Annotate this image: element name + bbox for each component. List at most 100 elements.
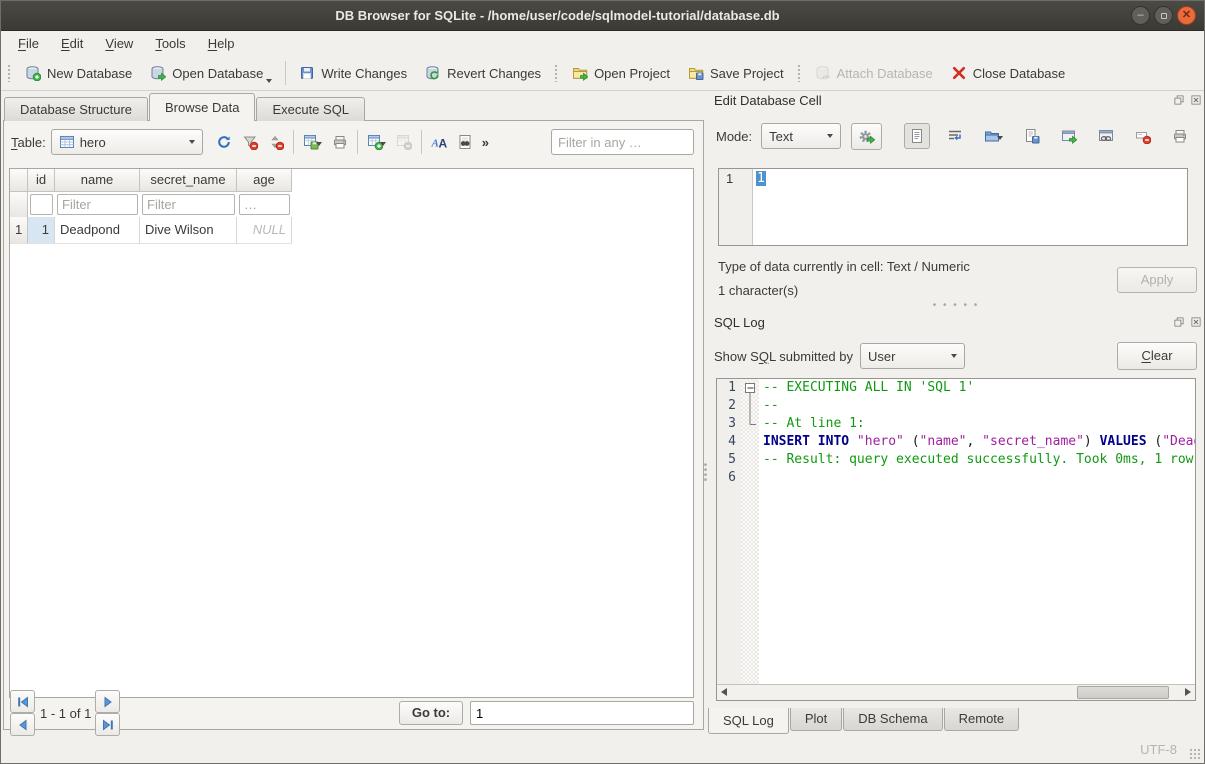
- edit-display-format-button[interactable]: AA: [426, 131, 452, 153]
- import-data-button[interactable]: [980, 124, 1007, 148]
- panel-splitter[interactable]: ••••: [702, 463, 709, 483]
- toolbar-grip: [797, 64, 802, 82]
- close-database-button[interactable]: Close Database: [942, 59, 1075, 87]
- refresh-icon: [216, 134, 232, 150]
- sql-log-line: 6: [717, 469, 1195, 487]
- find-in-table-button[interactable]: [452, 131, 478, 153]
- new-database-button[interactable]: New Database: [16, 59, 141, 87]
- text-mode-button[interactable]: [904, 123, 930, 149]
- pagination-bar: 1 - 1 of 1 Go to:: [10, 700, 694, 726]
- tab-plot[interactable]: Plot: [790, 708, 842, 731]
- menu-file[interactable]: File: [7, 31, 50, 56]
- grid-corner: [10, 169, 28, 192]
- first-page-button[interactable]: [10, 690, 35, 713]
- filter-name-input[interactable]: [57, 194, 138, 215]
- previous-page-button[interactable]: [10, 713, 35, 736]
- minimize-button[interactable]: –: [1131, 6, 1150, 25]
- clear-button[interactable]: Clear: [1117, 342, 1197, 370]
- overflow-chevron-icon[interactable]: »: [482, 135, 489, 150]
- revert-changes-button[interactable]: Revert Changes: [416, 59, 550, 87]
- menu-help[interactable]: Help: [197, 31, 246, 56]
- cell-editor[interactable]: 1 1: [718, 168, 1188, 246]
- menu-tools[interactable]: Tools: [144, 31, 196, 56]
- fold-marker-icon: [741, 397, 759, 415]
- word-wrap-button[interactable]: [943, 124, 967, 148]
- filter-id-input[interactable]: [30, 194, 53, 215]
- clear-sorting-button[interactable]: [263, 131, 289, 153]
- chevron-down-icon: [827, 134, 833, 138]
- auto-apply-button[interactable]: [851, 123, 882, 150]
- copy-link-button[interactable]: [1094, 124, 1118, 148]
- set-null-button[interactable]: [1131, 124, 1155, 148]
- edit-cell-toolbar: Mode: Text: [716, 122, 1198, 150]
- mode-selector[interactable]: Text: [761, 123, 841, 149]
- filter-age-input[interactable]: [239, 194, 290, 215]
- cell-name[interactable]: Deadpond: [55, 217, 140, 244]
- write-changes-button[interactable]: Write Changes: [290, 59, 416, 87]
- apply-button[interactable]: Apply: [1117, 267, 1197, 293]
- save-project-button[interactable]: Save Project: [679, 59, 793, 87]
- resize-grip[interactable]: [1188, 747, 1201, 760]
- dock-close-icon[interactable]: [1190, 316, 1202, 328]
- clear-filters-button[interactable]: [237, 131, 263, 153]
- scroll-left-icon[interactable]: [721, 688, 727, 696]
- scroll-right-icon[interactable]: [1185, 688, 1191, 696]
- horizontal-scrollbar[interactable]: [717, 684, 1195, 700]
- print-table-button[interactable]: [327, 131, 353, 153]
- header-age[interactable]: age: [237, 169, 292, 192]
- tab-db-schema[interactable]: DB Schema: [843, 708, 942, 731]
- maximize-button[interactable]: [1154, 6, 1173, 25]
- cell-id[interactable]: 1: [28, 217, 55, 244]
- export-table-button[interactable]: [298, 131, 327, 153]
- cell-secret-name[interactable]: Dive Wilson: [140, 217, 237, 244]
- sql-code: -- At line 1:: [759, 415, 1195, 433]
- chevron-down-icon: [189, 140, 195, 144]
- right-panel: •••• Edit Database Cell Mode: Text 1 1 T…: [706, 91, 1205, 736]
- float-icon[interactable]: [1173, 316, 1185, 328]
- header-secret-name[interactable]: secret_name: [140, 169, 237, 192]
- goto-input[interactable]: [470, 701, 694, 725]
- sql-log-editor[interactable]: 1-- EXECUTING ALL IN 'SQL 1'2--3-- At li…: [716, 378, 1196, 701]
- tab-browse-data[interactable]: Browse Data: [149, 93, 255, 121]
- refresh-table-button[interactable]: [211, 131, 237, 153]
- header-id[interactable]: id: [28, 169, 55, 192]
- filter-any-input[interactable]: [551, 129, 694, 155]
- table-label: Table:: [11, 135, 46, 150]
- dock-close-icon[interactable]: [1190, 94, 1202, 106]
- toolbar-separator: [293, 130, 294, 154]
- dock-splitter[interactable]: • • • • •: [706, 303, 1205, 309]
- header-name[interactable]: name: [55, 169, 140, 192]
- sql-source-selector[interactable]: User: [860, 343, 965, 369]
- tab-sql-log[interactable]: SQL Log: [708, 708, 789, 734]
- scrollbar-thumb[interactable]: [1077, 686, 1169, 699]
- next-page-button[interactable]: [95, 690, 120, 713]
- chevron-down-icon: [951, 354, 957, 358]
- close-button[interactable]: ✕: [1177, 6, 1196, 25]
- tab-database-structure[interactable]: Database Structure: [4, 97, 148, 121]
- table-selector[interactable]: hero: [51, 129, 203, 155]
- browse-controls: Table: hero AA »: [11, 128, 697, 156]
- filter-secret-name-input[interactable]: [142, 194, 235, 215]
- last-page-button[interactable]: [95, 713, 120, 736]
- cell-age[interactable]: NULL: [237, 217, 292, 244]
- insert-record-button[interactable]: [362, 131, 391, 153]
- print-cell-button[interactable]: [1168, 124, 1192, 148]
- open-database-button[interactable]: Open Database: [141, 59, 281, 87]
- open-project-button[interactable]: Open Project: [563, 59, 679, 87]
- fold-marker-icon[interactable]: [741, 379, 759, 397]
- cell-editor-line-number: 1: [719, 169, 753, 245]
- tab-execute-sql[interactable]: Execute SQL: [256, 97, 365, 121]
- chevron-down-icon: [997, 136, 1003, 140]
- menu-view[interactable]: View: [94, 31, 144, 56]
- open-in-external-button[interactable]: [1057, 124, 1081, 148]
- row-header[interactable]: 1: [10, 217, 28, 244]
- float-icon[interactable]: [1173, 94, 1185, 106]
- chevron-down-icon: [380, 142, 386, 146]
- svg-text:A: A: [438, 137, 447, 151]
- export-data-button[interactable]: [1020, 124, 1044, 148]
- save-project-icon: [688, 65, 704, 81]
- line-number: 2: [717, 397, 741, 415]
- goto-button[interactable]: Go to:: [399, 701, 463, 725]
- tab-remote[interactable]: Remote: [944, 708, 1020, 731]
- menu-edit[interactable]: Edit: [50, 31, 94, 56]
